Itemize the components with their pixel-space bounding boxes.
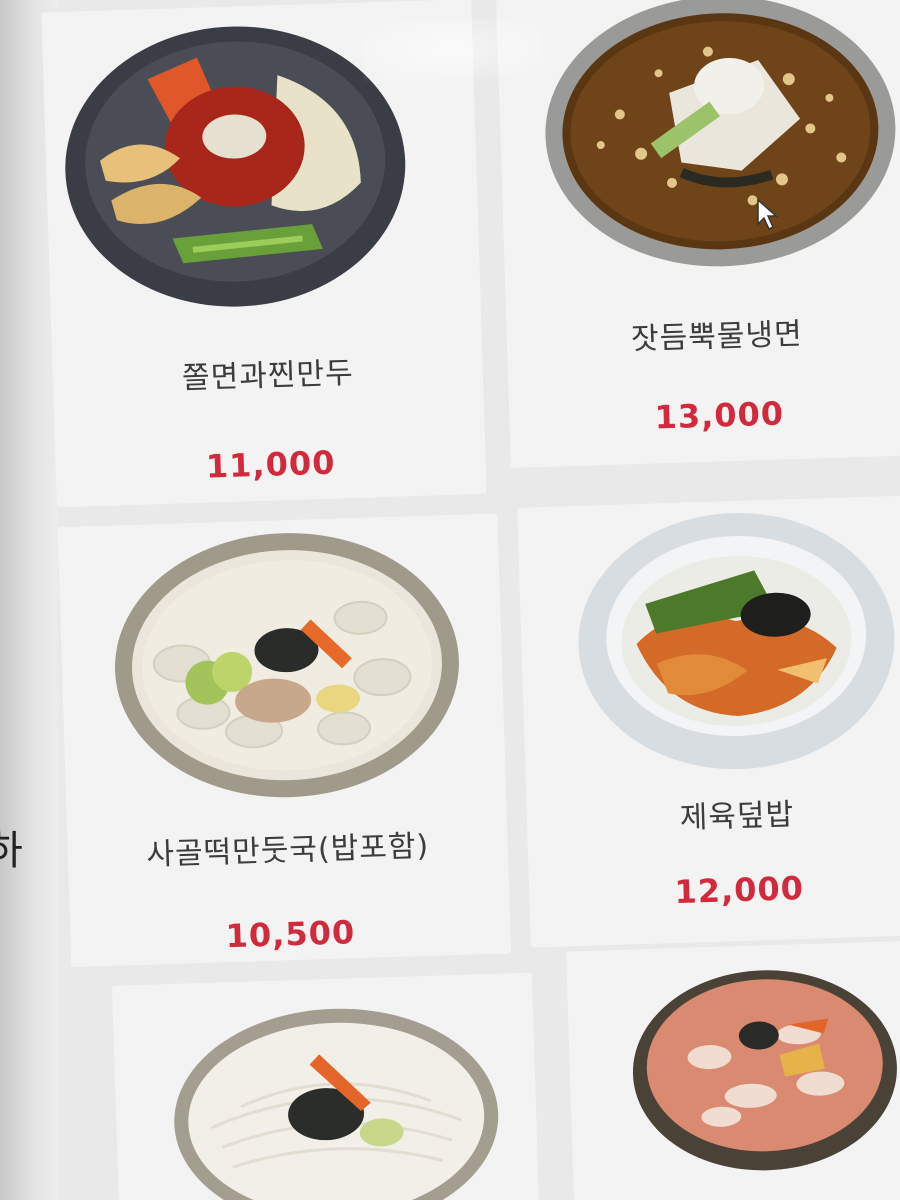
item-price: 11,000 — [205, 443, 336, 486]
item-price: 10,500 — [225, 913, 356, 956]
jjolmyeon-dumpling-dish-icon — [65, 26, 406, 307]
menu-item-1[interactable]: 쫄면과찐만두 11,000 — [41, 0, 487, 508]
item-price: 12,000 — [673, 869, 805, 912]
menu-grid: 쫄면과찐만두 11,000 잣듬뿍물냉면 13,000 사골떡만둣국(밥포함) … — [0, 0, 900, 1200]
tteok-mandu-soup-dish-icon — [115, 533, 459, 798]
kalguksu-dish-icon — [174, 1008, 499, 1200]
item-name: 제육덮밥 — [679, 797, 795, 836]
item-name: 잣듬뿍물냉면 — [630, 316, 804, 358]
menu-item-3[interactable]: 사골떡만둣국(밥포함) 10,500 — [57, 513, 512, 968]
spicy-noodle-soup-dish-icon — [632, 970, 897, 1171]
menu-item-4[interactable]: 제육덮밥 12,000 — [517, 494, 900, 948]
item-price: 13,000 — [654, 394, 785, 437]
item-name: 쫄면과찐만두 — [181, 355, 355, 397]
menu-item-6[interactable] — [566, 938, 900, 1200]
menu-item-2[interactable]: 잣듬뿍물냉면 13,000 — [495, 0, 900, 469]
naengmyeon-dish-icon — [545, 0, 896, 267]
menu-screen: 하 쫄면과찐만두 11,000 잣듬뿍물냉면 13,000 사골떡만둣국(밥포함… — [0, 0, 900, 1200]
jeyuk-rice-bowl-dish-icon — [578, 512, 895, 770]
menu-item-5[interactable] — [111, 972, 540, 1200]
mouse-cursor-icon — [757, 198, 778, 231]
item-name: 사골떡만둣국(밥포함) — [145, 828, 430, 873]
